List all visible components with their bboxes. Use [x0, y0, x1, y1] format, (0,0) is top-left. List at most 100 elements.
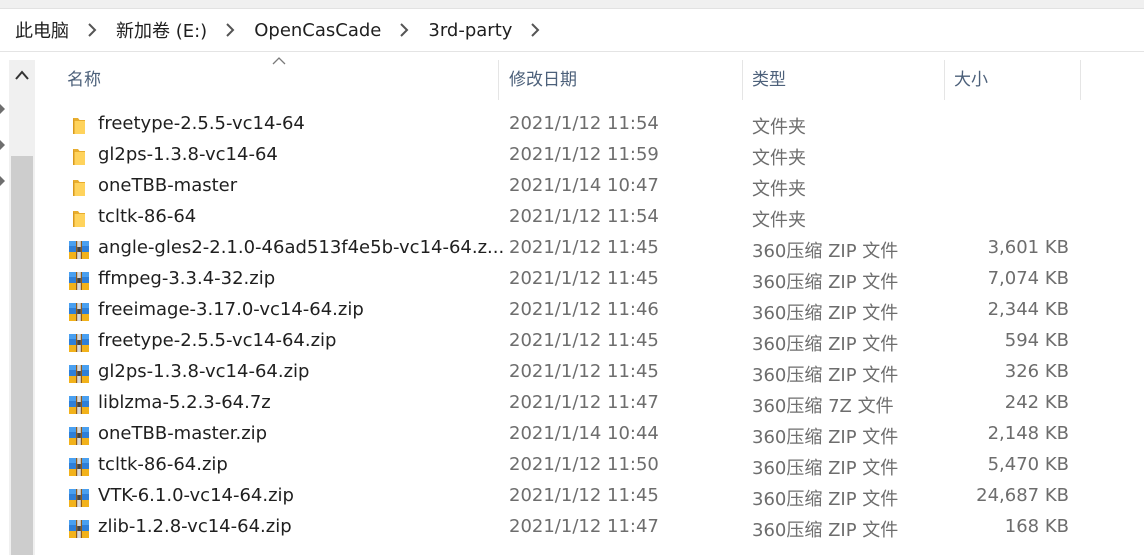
file-size: 7,074 KB [987, 268, 1069, 289]
chevron-right-icon[interactable] [395, 21, 413, 39]
zip-archive-icon [68, 394, 90, 416]
file-name: angle-gles2-2.1.0-46ad513f4e5b-vc14-64.z… [98, 237, 505, 258]
expand-arrow-icon[interactable] [0, 104, 5, 114]
column-divider[interactable] [742, 60, 743, 100]
file-modified-date: 2021/1/12 11:46 [509, 299, 659, 320]
file-size: 3,601 KB [987, 237, 1069, 258]
file-type: 360压缩 ZIP 文件 [752, 427, 899, 448]
file-type: 文件夹 [752, 148, 806, 169]
file-name: tcltk-86-64 [98, 206, 197, 227]
file-type: 360压缩 ZIP 文件 [752, 520, 899, 541]
file-type: 360压缩 ZIP 文件 [752, 489, 899, 510]
file-name: ffmpeg-3.3.4-32.zip [98, 268, 276, 289]
file-type: 文件夹 [752, 179, 806, 200]
file-size: 2,344 KB [987, 299, 1069, 320]
column-divider[interactable] [498, 60, 499, 100]
file-modified-date: 2021/1/12 11:47 [509, 392, 659, 413]
file-modified-date: 2021/1/12 11:54 [509, 206, 659, 227]
file-type: 360压缩 ZIP 文件 [752, 303, 899, 324]
file-name: zlib-1.2.8-vc14-64.zip [98, 516, 292, 537]
file-row[interactable]: angle-gles2-2.1.0-46ad513f4e5b-vc14-64.z… [36, 234, 1144, 265]
file-name: liblzma-5.2.3-64.7z [98, 392, 271, 413]
file-type: 文件夹 [752, 117, 806, 138]
scrollbar-thumb[interactable] [11, 156, 33, 555]
file-row[interactable]: oneTBB-master 2021/1/14 10:47 文件夹 [36, 172, 1144, 203]
toolbar-strip [0, 0, 1144, 9]
breadcrumb-opencascade[interactable]: OpenCasCade [239, 20, 381, 41]
file-row[interactable]: VTK-6.1.0-vc14-64.zip 2021/1/12 11:45 360压… [36, 482, 1144, 513]
file-modified-date: 2021/1/12 11:50 [509, 454, 659, 475]
file-row[interactable]: zlib-1.2.8-vc14-64.zip 2021/1/12 11:47 360… [36, 513, 1144, 544]
zip-archive-icon [68, 518, 90, 540]
navigation-scrollbar[interactable] [9, 60, 35, 555]
file-modified-date: 2021/1/12 11:45 [509, 361, 659, 382]
zip-archive-icon [68, 487, 90, 509]
folder-icon [68, 208, 90, 230]
file-name: freeimage-3.17.0-vc14-64.zip [98, 299, 364, 320]
chevron-right-icon[interactable] [221, 21, 239, 39]
chevron-up-icon [272, 57, 286, 65]
expand-arrow-icon[interactable] [0, 140, 5, 150]
zip-archive-icon [68, 270, 90, 292]
column-header-name[interactable]: 名称 [67, 60, 101, 100]
zip-archive-icon [68, 301, 90, 323]
breadcrumb-3rd-party[interactable]: 3rd-party [413, 20, 512, 41]
file-row[interactable]: tcltk-86-64 2021/1/12 11:54 文件夹 [36, 203, 1144, 234]
file-modified-date: 2021/1/12 11:47 [509, 516, 659, 537]
zip-archive-icon [68, 239, 90, 261]
file-modified-date: 2021/1/12 11:45 [509, 268, 659, 289]
file-row[interactable]: gl2ps-1.3.8-vc14-64.zip 2021/1/12 11:45 36… [36, 358, 1144, 389]
column-header-row: 名称 修改日期 类型 大小 [36, 57, 1144, 100]
file-row[interactable]: freeimage-3.17.0-vc14-64.zip 2021/1/12 11… [36, 296, 1144, 327]
file-row[interactable]: gl2ps-1.3.8-vc14-64 2021/1/12 11:59 文件夹 [36, 141, 1144, 172]
file-size: 168 KB [1004, 516, 1069, 537]
chevron-right-icon[interactable] [526, 21, 544, 39]
file-name: gl2ps-1.3.8-vc14-64 [98, 144, 278, 165]
column-header-type[interactable]: 类型 [752, 60, 786, 100]
file-row[interactable]: freetype-2.5.5-vc14-64.zip 2021/1/12 11:4… [36, 327, 1144, 358]
file-row[interactable]: oneTBB-master.zip 2021/1/14 10:44 360压缩 ZI… [36, 420, 1144, 451]
chevron-right-icon[interactable] [83, 21, 101, 39]
file-type: 360压缩 ZIP 文件 [752, 365, 899, 386]
folder-icon [68, 146, 90, 168]
column-header-size[interactable]: 大小 [954, 60, 988, 100]
column-divider[interactable] [1080, 60, 1081, 100]
file-name: VTK-6.1.0-vc14-64.zip [98, 485, 294, 506]
file-type: 360压缩 ZIP 文件 [752, 458, 899, 479]
file-size: 2,148 KB [987, 423, 1069, 444]
file-modified-date: 2021/1/12 11:45 [509, 485, 659, 506]
navigation-pane-edge [0, 60, 8, 555]
file-modified-date: 2021/1/14 10:44 [509, 423, 659, 444]
zip-archive-icon [68, 332, 90, 354]
file-name: tcltk-86-64.zip [98, 454, 228, 475]
file-modified-date: 2021/1/14 10:47 [509, 175, 659, 196]
file-type: 360压缩 ZIP 文件 [752, 272, 899, 293]
folder-icon [68, 177, 90, 199]
file-row[interactable]: liblzma-5.2.3-64.7z 2021/1/12 11:47 360压缩 … [36, 389, 1144, 420]
file-modified-date: 2021/1/12 11:59 [509, 144, 659, 165]
file-name: oneTBB-master [98, 175, 238, 196]
file-name: freetype-2.5.5-vc14-64 [98, 113, 305, 134]
column-header-date[interactable]: 修改日期 [509, 60, 577, 100]
file-modified-date: 2021/1/12 11:54 [509, 113, 659, 134]
file-modified-date: 2021/1/12 11:45 [509, 330, 659, 351]
zip-archive-icon [68, 456, 90, 478]
file-name: gl2ps-1.3.8-vc14-64.zip [98, 361, 310, 382]
address-bar[interactable]: 此电脑 新加卷 (E:) OpenCasCade 3rd-party [0, 9, 1144, 52]
folder-icon [68, 115, 90, 137]
file-size: 594 KB [1004, 330, 1069, 351]
breadcrumb-this-pc[interactable]: 此电脑 [0, 17, 69, 43]
file-row[interactable]: tcltk-86-64.zip 2021/1/12 11:50 360压缩 ZIP … [36, 451, 1144, 482]
file-row[interactable]: freetype-2.5.5-vc14-64 2021/1/12 11:54 文件夹 [36, 110, 1144, 141]
file-modified-date: 2021/1/12 11:45 [509, 237, 659, 258]
breadcrumb-drive-e[interactable]: 新加卷 (E:) [101, 17, 207, 43]
file-type: 360压缩 ZIP 文件 [752, 241, 899, 262]
zip-archive-icon [68, 425, 90, 447]
expand-arrow-icon[interactable] [0, 176, 5, 186]
scroll-up-arrow-icon[interactable] [9, 60, 35, 90]
file-type: 360压缩 ZIP 文件 [752, 334, 899, 355]
zip-archive-icon [68, 363, 90, 385]
file-row[interactable]: ffmpeg-3.3.4-32.zip 2021/1/12 11:45 360压缩 … [36, 265, 1144, 296]
file-size: 5,470 KB [987, 454, 1069, 475]
column-divider[interactable] [944, 60, 945, 100]
